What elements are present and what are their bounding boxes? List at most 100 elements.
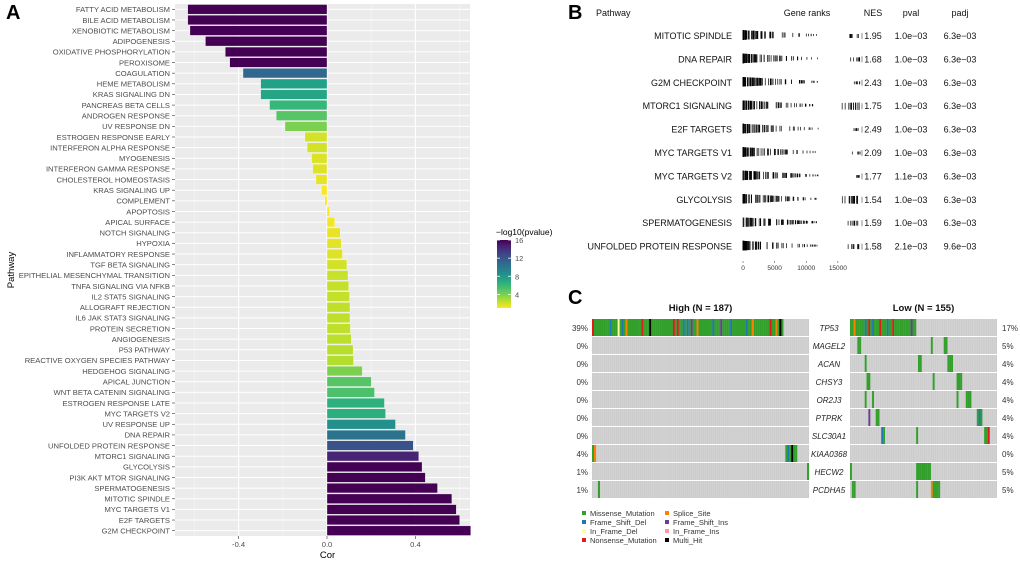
nes-value: 1.59 xyxy=(864,218,882,228)
bar xyxy=(326,472,426,483)
low-percent: 4% xyxy=(1002,360,1014,369)
mutation-cell xyxy=(917,463,920,480)
legend-label: Frame_Shift_Ins xyxy=(673,518,728,527)
category-label: BILE ACID METABOLISM xyxy=(82,16,170,25)
mutation-cell xyxy=(771,319,774,336)
category-label: COAGULATION xyxy=(115,69,170,78)
bar xyxy=(326,259,348,270)
mutation-cell xyxy=(623,319,626,336)
bar xyxy=(326,366,363,377)
pval-value: 1.0e−03 xyxy=(895,125,928,135)
pathway-name: MITOTIC SPINDLE xyxy=(654,31,732,41)
gene-name: PCDHA5 xyxy=(813,486,846,495)
mutation-cell xyxy=(908,319,911,336)
bar xyxy=(187,4,328,15)
mutation-cell xyxy=(905,319,908,336)
low-percent: 5% xyxy=(1002,342,1014,351)
mutation-cell xyxy=(653,319,656,336)
column-header-gene-ranks: Gene ranks xyxy=(784,8,831,18)
mutation-cell xyxy=(910,319,913,336)
mutation-cell xyxy=(921,463,924,480)
high-percent: 1% xyxy=(576,486,588,495)
legend-label: Multi_Hit xyxy=(673,536,703,545)
bar xyxy=(326,515,460,525)
mutation-cell xyxy=(674,319,677,336)
low-percent: 5% xyxy=(1002,486,1014,495)
pathway-name: G2M CHECKPOINT xyxy=(651,78,733,88)
legend-swatch xyxy=(582,529,586,533)
mutation-cell xyxy=(866,373,869,390)
mutation-cell xyxy=(932,481,935,498)
bar xyxy=(326,419,396,430)
mutation-cell xyxy=(643,319,646,336)
mutation-cell xyxy=(755,319,758,336)
mutation-cell xyxy=(611,319,614,336)
mutation-cell xyxy=(881,319,884,336)
legend-title: −log10(pvalue) xyxy=(496,227,553,237)
category-label: APOPTOSIS xyxy=(126,207,170,216)
mutation-cell xyxy=(767,319,770,336)
category-label: GLYCOLYSIS xyxy=(123,463,170,472)
category-label: ESTROGEN RESPONSE EARLY xyxy=(57,133,170,142)
mutation-cell xyxy=(601,319,604,336)
mutation-cell xyxy=(936,481,939,498)
mutation-cell xyxy=(984,427,987,444)
mutation-cell xyxy=(607,319,610,336)
mutation-cell xyxy=(678,319,681,336)
mutation-cell xyxy=(895,319,898,336)
pval-value: 1.0e−03 xyxy=(895,78,928,88)
category-label: MITOTIC SPINDLE xyxy=(104,495,170,504)
mutation-cell xyxy=(956,373,959,390)
mutation-cell xyxy=(599,319,602,336)
nes-value: 1.95 xyxy=(864,31,882,41)
category-label: OXIDATIVE PHOSPHORYLATION xyxy=(53,48,170,57)
padj-value: 6.3e−03 xyxy=(944,171,977,181)
category-label: PANCREAS BETA CELLS xyxy=(82,101,170,110)
mutation-cell xyxy=(916,463,919,480)
pval-value: 1.0e−03 xyxy=(895,148,928,158)
mutation-cell xyxy=(919,355,922,372)
category-label: SPERMATOGENESIS xyxy=(94,484,170,493)
pval-value: 1.0e−03 xyxy=(895,218,928,228)
correlation-bar-chart: FATTY ACID METABOLISM BILE ACID METABOLIS… xyxy=(6,4,553,561)
mutation-cell xyxy=(649,319,652,336)
group-title-high: High (N = 187) xyxy=(669,303,733,314)
low-percent: 4% xyxy=(1002,432,1014,441)
legend-swatch xyxy=(665,538,669,542)
mutation-cell xyxy=(949,355,952,372)
category-label: ALLOGRAFT REJECTION xyxy=(80,303,170,312)
category-label: KRAS SIGNALING DN xyxy=(93,90,170,99)
bar xyxy=(315,174,328,185)
legend-swatch xyxy=(665,529,669,533)
mutation-cell xyxy=(613,319,616,336)
pval-value: 1.1e−03 xyxy=(895,171,928,181)
mutation-cell xyxy=(661,319,664,336)
mutation-cell xyxy=(862,319,865,336)
category-label: FATTY ACID METABOLISM xyxy=(76,5,170,14)
mutation-cell xyxy=(706,319,709,336)
high-percent: 0% xyxy=(576,396,588,405)
category-label: APICAL SURFACE xyxy=(105,218,170,227)
gene-rank-barcode xyxy=(742,170,860,181)
high-percent: 4% xyxy=(576,450,588,459)
high-percent: 39% xyxy=(572,324,588,333)
mutation-cell xyxy=(916,427,919,444)
rank-axis-label: 15000 xyxy=(829,265,847,272)
gene-name: TP53 xyxy=(819,324,839,333)
category-label: KRAS SIGNALING UP xyxy=(93,186,170,195)
mutation-cell xyxy=(621,319,624,336)
gene-rank-barcode xyxy=(742,240,860,251)
bar xyxy=(306,142,328,153)
category-label: UV RESPONSE UP xyxy=(102,420,170,429)
mutation-cell xyxy=(958,373,961,390)
mutation-cell xyxy=(851,481,854,498)
mutation-cell xyxy=(663,319,666,336)
mutation-cell xyxy=(868,319,871,336)
bar xyxy=(242,68,328,79)
legend-tick-label: 4 xyxy=(515,290,519,299)
high-percent: 0% xyxy=(576,360,588,369)
mutation-cell xyxy=(647,319,650,336)
nes-value: 1.54 xyxy=(864,195,882,205)
category-label: MYC TARGETS V1 xyxy=(104,505,170,514)
mutation-cell xyxy=(985,427,988,444)
